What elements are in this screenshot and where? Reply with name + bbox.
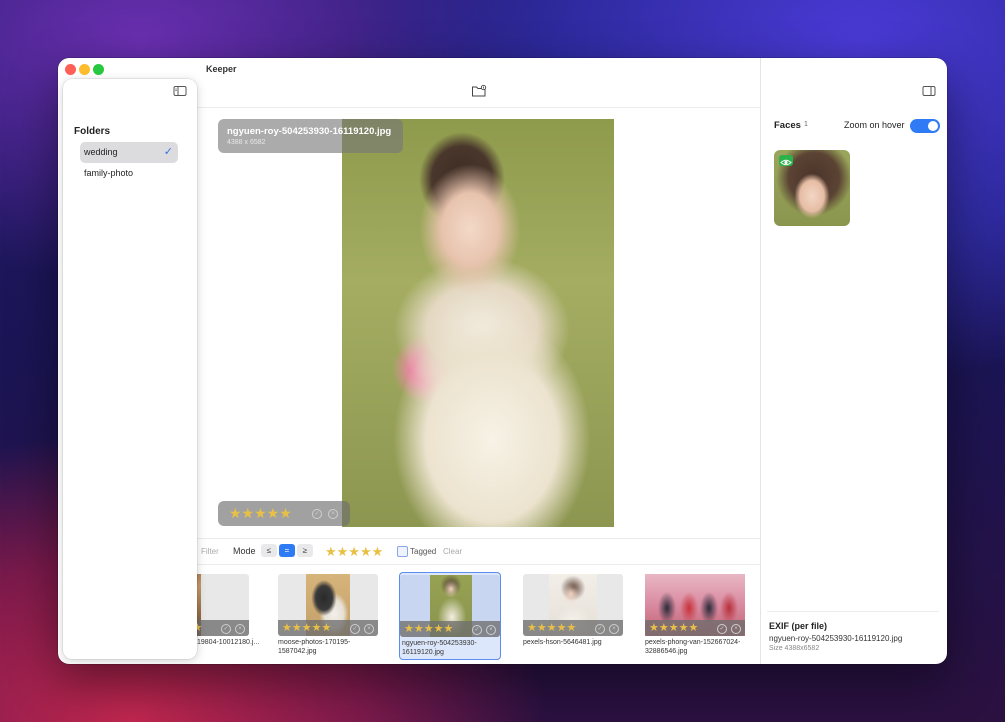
window-title: Keeper	[206, 64, 237, 74]
face-thumbnail[interactable]	[774, 150, 850, 226]
app-window: Keeper Folders wedding ✓ family-photo ng…	[58, 58, 947, 664]
exif-filename: ngyuen-roy-504253930-16119120.jpg	[769, 634, 903, 643]
rating-stars[interactable]: ★★★★★	[229, 505, 292, 522]
main-photo[interactable]	[342, 119, 614, 527]
approve-icon[interactable]: ✓	[312, 509, 322, 519]
sidebar-toggle-icon[interactable]	[173, 85, 187, 97]
mode-gte-button[interactable]: ≥	[297, 544, 313, 557]
filter-bar: Filter Mode ≤ = ≥ ★★★★★ Tagged Clear	[197, 538, 760, 565]
thumbnail-rating-bar: ★★★★★ ✓ ×	[523, 620, 623, 636]
faces-count: 1	[804, 121, 808, 128]
thumbnail-strip: ★★★★★ ✓ × 19804-10012180.j... ★★★★★ ✓ × …	[197, 564, 760, 664]
right-panel-divider	[760, 58, 761, 664]
thumbnail-rating-bar: ★★★★★ ✓ ×	[400, 621, 500, 637]
reject-icon[interactable]: ×	[486, 625, 496, 635]
thumbnail-name: pexels-hson-5646481.jpg	[523, 639, 602, 646]
mode-label: Mode	[233, 546, 256, 556]
approve-icon[interactable]: ✓	[595, 624, 605, 634]
viewer-dimensions: 4388 x 6582	[227, 139, 266, 146]
thumbnail-name: moose-photos-170195-1587042.jpg	[278, 639, 351, 655]
clear-button[interactable]: Clear	[443, 547, 462, 556]
thumbnail-3[interactable]: ★★★★★ ✓ × pexels-hson-5646481.jpg	[523, 572, 623, 658]
toolbar-separator	[197, 107, 760, 108]
thumbnail-stars[interactable]: ★★★★★	[649, 621, 698, 634]
tagged-checkbox[interactable]	[397, 546, 408, 557]
mode-eq-button[interactable]: =	[279, 544, 295, 557]
sidebar-item-label: wedding	[84, 147, 118, 157]
sidebar: Folders wedding ✓ family-photo	[63, 79, 197, 659]
rating-overlay: ★★★★★ ✓ ×	[218, 501, 350, 526]
reject-icon[interactable]: ×	[731, 624, 741, 634]
reject-icon[interactable]: ×	[609, 624, 619, 634]
thumbnail-0[interactable]: ★★★★★ ✓ × 19804-10012180.j...	[197, 572, 259, 658]
eye-icon[interactable]	[779, 155, 793, 166]
thumbnail-stars[interactable]: ★★★★★	[527, 621, 576, 634]
folder-open-icon[interactable]	[471, 84, 487, 98]
inspector-toggle-icon[interactable]	[922, 85, 936, 97]
viewer-background	[217, 119, 342, 527]
faces-heading: Faces	[774, 120, 801, 131]
close-window-button[interactable]	[65, 64, 76, 75]
approve-icon[interactable]: ✓	[221, 624, 231, 634]
checkmark-icon: ✓	[163, 146, 173, 158]
folders-heading: Folders	[74, 126, 111, 137]
minimize-window-button[interactable]	[79, 64, 90, 75]
reject-icon[interactable]: ×	[328, 509, 338, 519]
exif-separator	[767, 611, 939, 612]
exif-size: Size 4388x6582	[769, 645, 820, 652]
reject-icon[interactable]: ×	[235, 624, 245, 634]
thumbnail-2[interactable]: ★★★★★ ✓ × ngyuen-roy-504253930-16119120.…	[399, 572, 501, 660]
thumbnail-4[interactable]: ★★★★★ ✓ × pexels-phong-van-152667024-328…	[645, 572, 745, 658]
tagged-label: Tagged	[410, 547, 437, 556]
approve-icon[interactable]: ✓	[350, 624, 360, 634]
thumbnail-stars[interactable]: ★★★★★	[282, 621, 331, 634]
filter-stars[interactable]: ★★★★★	[325, 544, 383, 560]
reject-icon[interactable]: ×	[364, 624, 374, 634]
viewer-filename: ngyuen-roy-504253930-16119120.jpg	[227, 126, 392, 137]
thumbnail-1[interactable]: ★★★★★ ✓ × moose-photos-170195-1587042.jp…	[278, 572, 378, 658]
sidebar-item-label: family-photo	[84, 168, 134, 178]
sidebar-item-family-photo[interactable]: family-photo	[80, 163, 178, 184]
approve-icon[interactable]: ✓	[472, 625, 482, 635]
thumbnail-stars[interactable]: ★★★★★	[404, 622, 453, 635]
mode-lte-button[interactable]: ≤	[261, 544, 277, 557]
zoom-window-button[interactable]	[93, 64, 104, 75]
exif-heading: EXIF (per file)	[769, 621, 828, 631]
approve-icon[interactable]: ✓	[717, 624, 727, 634]
zoom-on-hover-label: Zoom on hover	[844, 120, 905, 130]
thumbnail-stars[interactable]: ★★★★★	[197, 621, 202, 634]
thumbnail-name: pexels-phong-van-152667024-32886546.jpg	[645, 639, 741, 655]
sidebar-item-wedding[interactable]: wedding ✓	[80, 142, 178, 163]
filter-label: Filter	[201, 547, 219, 556]
toggle-knob	[928, 121, 938, 131]
thumbnail-rating-bar: ★★★★★ ✓ ×	[278, 620, 378, 636]
thumbnail-rating-bar: ★★★★★ ✓ ×	[645, 620, 745, 636]
file-info-overlay: ngyuen-roy-504253930-16119120.jpg 4388 x…	[218, 119, 403, 153]
thumbnail-rating-bar: ★★★★★ ✓ ×	[197, 620, 249, 636]
thumbnail-name: ngyuen-roy-504253930-16119120.jpg	[402, 640, 477, 656]
zoom-on-hover-toggle[interactable]	[910, 119, 940, 133]
